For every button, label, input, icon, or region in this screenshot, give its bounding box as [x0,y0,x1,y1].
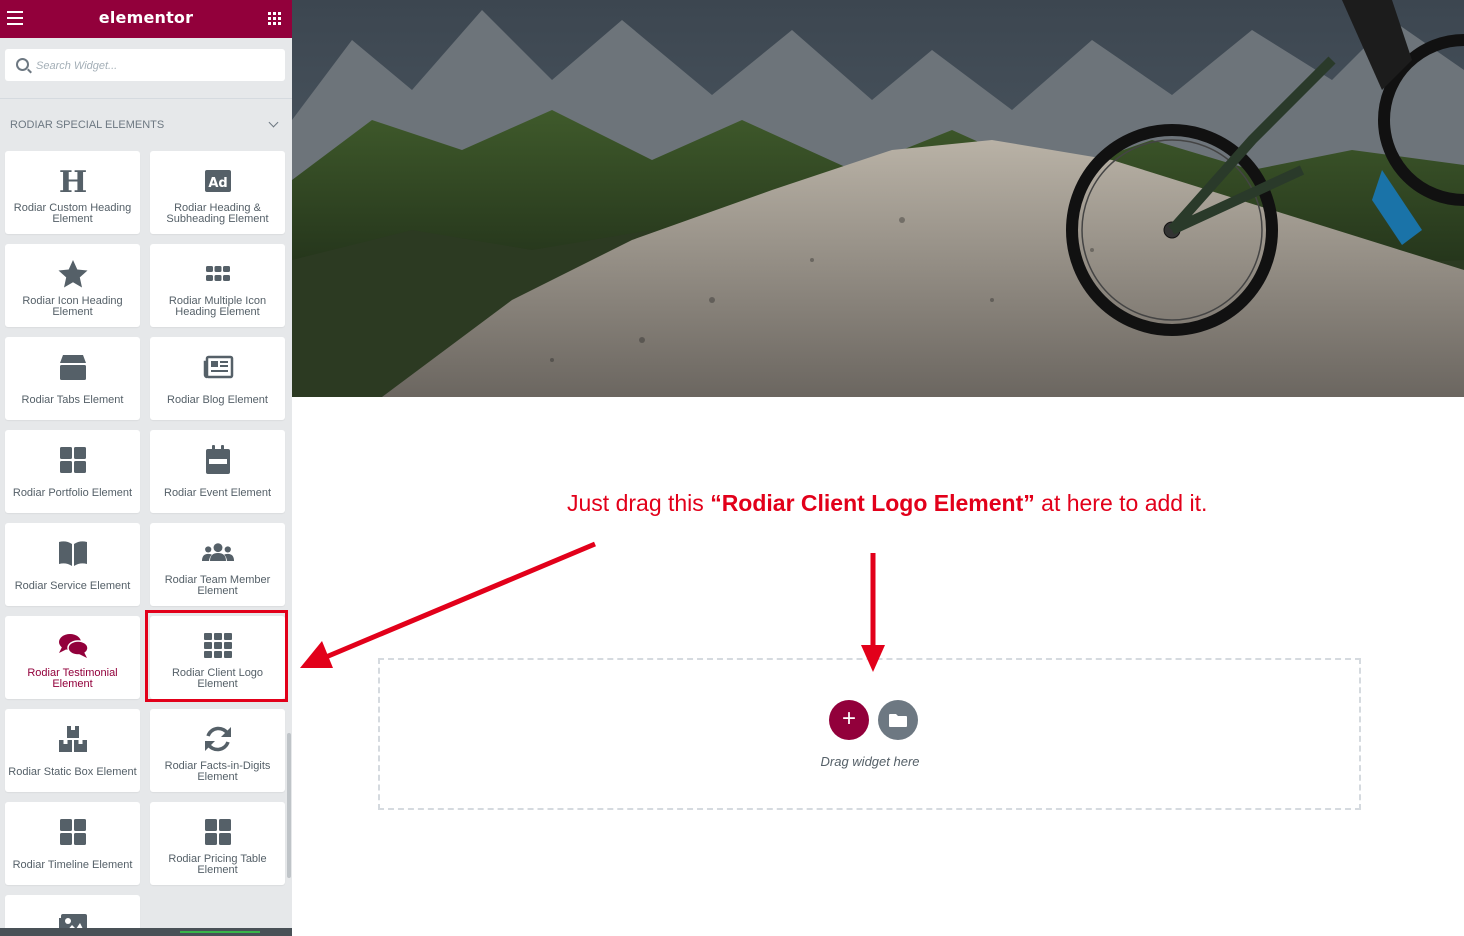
comments-icon [58,634,89,658]
widget-multiple-icon-heading[interactable]: Rodiar Multiple Icon Heading Element [150,244,285,327]
star-icon [58,260,87,288]
widget-label: Rodiar Portfolio Element [12,486,133,499]
th-large-icon [59,447,86,473]
widget-label: Rodiar Blog Element [167,393,268,406]
search-icon [16,58,29,71]
calendar-icon [205,445,230,474]
widgets-grid-icon[interactable] [268,12,282,26]
widget-label: Rodiar Pricing Table Element [168,853,267,876]
widget-label: Rodiar Multiple Icon Heading Element [168,295,267,318]
hero-image [292,0,1464,397]
search-input[interactable] [34,55,278,77]
folder-icon [889,714,907,727]
newspaper-icon [203,355,233,379]
th-large-icon [204,819,231,845]
annotation-highlight: “Rodiar Client Logo Element” [710,490,1035,516]
widget-label: Rodiar Icon Heading Element [22,295,123,318]
annotation-suffix: at here to add it. [1034,490,1208,516]
widget-team-member[interactable]: Rodiar Team Member Element [150,523,285,606]
widget-panel: elementor RODIAR SPECIAL ELEMENTS H Rodi… [0,0,292,936]
brand-logo: elementor [98,8,194,27]
drop-zone[interactable] [378,658,1361,810]
widget-label: Rodiar Client Logo Element [171,667,264,690]
widget-blog[interactable]: Rodiar Blog Element [150,337,285,420]
svg-text:Ad: Ad [208,176,227,191]
boxes-icon [58,726,87,752]
grid-dots-icon [205,266,230,281]
widget-icon-heading[interactable]: Rodiar Icon Heading Element [5,244,140,327]
divider [0,98,292,99]
panel-footer [0,928,292,936]
widget-pricing-table[interactable]: Rodiar Pricing Table Element [150,802,285,885]
widget-label: Rodiar Event Element [164,486,271,499]
widget-tabs[interactable]: Rodiar Tabs Element [5,337,140,420]
users-icon [201,543,234,561]
heading-icon: H [58,166,86,196]
widget-label: Rodiar Facts-in-Digits Element [164,760,271,783]
widget-service[interactable]: Rodiar Service Element [5,523,140,606]
th-icon [203,633,232,658]
widget-grid: H Rodiar Custom Heading Element Ad Rodia… [5,151,285,936]
th-large-icon [59,819,86,845]
chevron-down-icon[interactable] [268,117,279,128]
widget-label: Rodiar Heading & Subheading Element [166,202,269,225]
ad-icon: Ad [204,170,231,192]
widget-event[interactable]: Rodiar Event Element [150,430,285,513]
panel-scrollbar[interactable] [287,733,291,878]
widget-timeline[interactable]: Rodiar Timeline Element [5,802,140,885]
category-title[interactable]: RODIAR SPECIAL ELEMENTS [10,119,164,131]
add-section-button[interactable]: + [829,700,869,740]
widget-label: Rodiar Team Member Element [164,574,271,597]
widget-custom-heading[interactable]: H Rodiar Custom Heading Element [5,151,140,234]
widget-label: Rodiar Service Element [14,579,131,592]
panel-header: elementor [0,0,292,38]
widget-static-box[interactable]: Rodiar Static Box Element [5,709,140,792]
widget-portfolio[interactable]: Rodiar Portfolio Element [5,430,140,513]
widget-label: Rodiar Testimonial Element [27,667,118,690]
add-template-button[interactable] [878,700,918,740]
widget-client-logo[interactable]: Rodiar Client Logo Element [150,616,285,699]
widget-label: Rodiar Timeline Element [12,858,133,871]
widget-label: Rodiar Static Box Element [8,765,137,778]
drop-zone-text: Drag widget here [820,754,920,769]
widget-label: Rodiar Custom Heading Element [13,202,132,225]
tabs-box-icon [59,355,86,380]
widget-heading-subheading[interactable]: Ad Rodiar Heading & Subheading Element [150,151,285,234]
book-open-icon [58,541,87,566]
annotation-prefix: Just drag this [567,490,711,516]
widget-testimonial[interactable]: Rodiar Testimonial Element [5,616,140,699]
search-box [5,49,285,81]
sync-icon [204,726,231,752]
svg-text:H: H [58,166,86,196]
widget-facts-in-digits[interactable]: Rodiar Facts-in-Digits Element [150,709,285,792]
widget-label: Rodiar Tabs Element [21,393,124,406]
